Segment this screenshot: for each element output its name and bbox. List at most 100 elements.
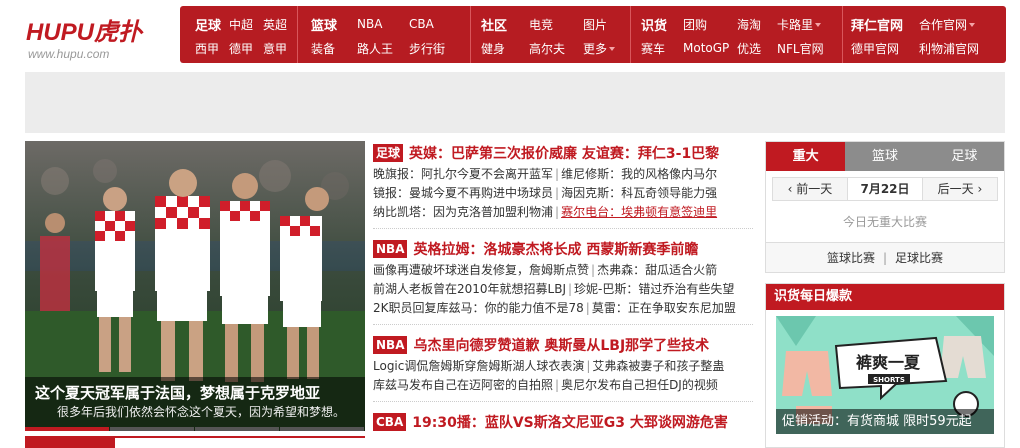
nav-item-community[interactable]: 社区 [481, 15, 529, 34]
tab-football[interactable]: 足球 [924, 142, 1004, 171]
nav-item-liverpool[interactable]: 利物浦官网 [919, 40, 979, 57]
news-line: 前湖人老板曾在2010年就想招募LBJ | 珍妮-巴斯：错过乔治有些失望 [373, 282, 735, 296]
news-block-nba: NBA 英格拉姆：洛城豪杰将长成 西蒙斯新赛季前瞻 画像再遭破坏球迷自发修复，詹… [373, 237, 753, 325]
news-line: 晚旗报：阿扎尔今夏不会离开蓝军 | 维尼修斯：我的风格像内马尔 [373, 167, 718, 181]
news-block-nba-2: NBA 乌杰里向德罗赞道歉 奥斯曼从LBJ那学了些技术 Logic调侃詹姆斯穿詹… [373, 333, 753, 402]
news-link[interactable]: 赛尔电台：埃弗顿有意签迪里 [561, 205, 717, 219]
news-headline[interactable]: 足球 英媒：巴萨第三次报价威廉 友谊赛：拜仁3-1巴黎 [373, 141, 753, 165]
nav-item-basketball[interactable]: 篮球 [311, 15, 357, 34]
news-link[interactable]: 镜报：曼城今夏不再购进中场球员 [373, 186, 553, 200]
category-tag[interactable]: NBA [373, 336, 408, 354]
carousel-indicator [25, 427, 365, 431]
carousel-dot[interactable] [110, 427, 194, 431]
nav-item-haitao[interactable]: 海淘 [737, 16, 777, 33]
nav-item-lurenwang[interactable]: 路人王 [357, 40, 409, 57]
section-tab[interactable] [25, 438, 115, 448]
nav-item-youxuan[interactable]: 优选 [737, 40, 777, 57]
category-tag[interactable]: 足球 [373, 144, 404, 162]
news-link[interactable]: 前湖人老板曾在2010年就想招募LBJ [373, 282, 566, 296]
news-link[interactable]: 纳比凯塔：因为克洛普加盟利物浦 [373, 205, 553, 219]
chevron-left-icon: ‹ [787, 182, 797, 196]
headline-text[interactable]: 19:30播：蓝队VS斯洛文尼亚G3 大郅谈网游危害 [412, 412, 728, 432]
hero-carousel[interactable]: 这个夏天冠军属于法国，梦想属于克罗地亚 很多年后我们依然会怀念这个夏天，因为希望… [25, 141, 365, 431]
hero-title[interactable]: 这个夏天冠军属于法国，梦想属于克罗地亚 [35, 383, 355, 403]
nav-item-csl[interactable]: 中超 [229, 16, 263, 33]
carousel-dot[interactable] [25, 427, 109, 431]
nav-item-bundesliga-official[interactable]: 德甲官网 [851, 40, 919, 57]
nav-item-nfl[interactable]: NFL官网 [777, 40, 824, 57]
nav-item-seriea[interactable]: 意甲 [263, 40, 297, 57]
banner-ad[interactable] [25, 72, 1005, 133]
nav-item-partners[interactable]: 合作官网 [919, 16, 976, 33]
nav-item-motogp[interactable]: MotoGP [683, 41, 737, 55]
logo-text: HUPU虎扑 [26, 19, 143, 46]
nav-item-more[interactable]: 更多 [583, 40, 616, 57]
news-line: 库兹马发布自己在迈阿密的自拍照 | 奥尼尔发布自己担任DJ的视频 [373, 378, 718, 392]
football-games-link[interactable]: 足球比赛 [895, 251, 943, 265]
nav-item-laliga[interactable]: 西甲 [195, 40, 229, 57]
news-link[interactable]: 库兹马发布自己在迈阿密的自拍照 [373, 378, 553, 392]
carousel-dot[interactable] [195, 427, 279, 431]
nav-item-calorie-label: 卡路里 [777, 17, 814, 32]
headline-text[interactable]: 乌杰里向德罗赞道歉 奥斯曼从LBJ那学了些技术 [413, 335, 709, 355]
prev-day-label: 前一天 [796, 182, 833, 196]
headline-text[interactable]: 英媒：巴萨第三次报价威廉 友谊赛：拜仁3-1巴黎 [409, 143, 719, 163]
match-schedule: 重大 篮球 足球 ‹ 前一天 7月22日 后一天 › 今日无重大比赛 篮球比赛 |… [765, 141, 1005, 273]
news-link[interactable]: 艾弗森被妻子和孩子整蛊 [592, 359, 724, 373]
nav-group-official: 拜仁官网 合作官网 德甲官网 利物浦官网 [842, 6, 1004, 63]
news-line: 镜报：曼城今夏不再购进中场球员 | 海因克斯：科瓦奇领导能力强 [373, 186, 718, 200]
carousel-dot[interactable] [280, 427, 364, 431]
news-headline[interactable]: NBA 乌杰里向德罗赞道歉 奥斯曼从LBJ那学了些技术 [373, 333, 753, 357]
category-tag[interactable]: NBA [373, 240, 408, 258]
category-tag[interactable]: CBA [373, 413, 407, 431]
nav-item-esports[interactable]: 电竞 [529, 16, 583, 33]
nav-item-shihuo[interactable]: 识货 [641, 15, 683, 34]
nav-item-nba[interactable]: NBA [357, 17, 409, 31]
nav-group-community: 社区 电竞 图片 健身 高尔夫 更多 [470, 6, 630, 63]
nav-item-bxj[interactable]: 步行街 [409, 40, 457, 57]
nav-group-football: 足球 中超 英超 西甲 德甲 意甲 [180, 6, 297, 63]
news-link[interactable]: Logic调侃詹姆斯穿詹姆斯湖人球衣表演 [373, 359, 584, 373]
news-link[interactable]: 画像再遭破坏球迷自发修复，詹姆斯点赞 [373, 263, 589, 277]
news-link[interactable]: 奥尼尔发布自己担任DJ的视频 [561, 378, 718, 392]
news-link[interactable]: 莫雷：正在争取安东尼加盟 [592, 301, 736, 315]
news-headline[interactable]: CBA 19:30播：蓝队VS斯洛文尼亚G3 大郅谈网游危害 [373, 410, 753, 434]
nav-item-more-label: 更多 [583, 41, 608, 56]
nav-item-fitness[interactable]: 健身 [481, 40, 529, 57]
section-title: 识货每日爆款 [766, 284, 1004, 310]
prev-day-button[interactable]: ‹ 前一天 [773, 178, 847, 200]
main-nav: 足球 中超 英超 西甲 德甲 意甲 篮球 NBA CBA 装备 路人王 步行街 … [180, 6, 1006, 63]
nav-item-calorie[interactable]: 卡路里 [777, 16, 822, 33]
logo-url: www.hupu.com [28, 47, 110, 61]
basketball-games-link[interactable]: 篮球比赛 [827, 251, 875, 265]
news-block-cba: CBA 19:30播：蓝队VS斯洛文尼亚G3 大郅谈网游危害 [373, 410, 753, 440]
current-date: 7月22日 [847, 178, 923, 200]
tab-major[interactable]: 重大 [766, 142, 846, 171]
news-link[interactable]: 杰弗森：甜瓜适合火箭 [597, 263, 717, 277]
promo-caption[interactable]: 促销活动：有货商城 限时59元起 [776, 409, 994, 434]
nav-item-golf[interactable]: 高尔夫 [529, 40, 583, 57]
news-link[interactable]: 晚旗报：阿扎尔今夏不会离开蓝军 [373, 167, 553, 181]
nav-item-racing[interactable]: 赛车 [641, 40, 683, 57]
nav-item-cba[interactable]: CBA [409, 17, 457, 31]
tab-basketball[interactable]: 篮球 [845, 142, 925, 171]
next-day-button[interactable]: 后一天 › [923, 178, 997, 200]
news-headline[interactable]: NBA 英格拉姆：洛城豪杰将长成 西蒙斯新赛季前瞻 [373, 237, 753, 261]
news-link[interactable]: 珍妮-巴斯：错过乔治有些失望 [574, 282, 734, 296]
news-link[interactable]: 维尼修斯：我的风格像内马尔 [561, 167, 717, 181]
nav-item-bayern[interactable]: 拜仁官网 [851, 15, 919, 34]
nav-item-epl[interactable]: 英超 [263, 16, 297, 33]
headline-text[interactable]: 英格拉姆：洛城豪杰将长成 西蒙斯新赛季前瞻 [413, 239, 698, 259]
nav-item-football[interactable]: 足球 [195, 15, 229, 34]
site-logo[interactable]: HUPU虎扑 www.hupu.com [26, 12, 176, 62]
shihuo-daily-deals: 识货每日爆款 裤爽一夏 SHORTS 促销活动：有货商城 限时59元起 [765, 283, 1005, 448]
nav-item-gear[interactable]: 装备 [311, 40, 357, 57]
news-link[interactable]: 2K职员回复库兹马：你的能力值不是78 [373, 301, 584, 315]
nav-item-photos[interactable]: 图片 [583, 16, 623, 33]
chevron-down-icon [609, 47, 616, 51]
nav-item-tuangou[interactable]: 团购 [683, 16, 737, 33]
schedule-tabs: 重大 篮球 足球 [766, 142, 1004, 171]
news-link[interactable]: 海因克斯：科瓦奇领导能力强 [561, 186, 717, 200]
hero-caption[interactable]: 这个夏天冠军属于法国，梦想属于克罗地亚 很多年后我们依然会怀念这个夏天，因为希望… [25, 377, 365, 431]
nav-item-bundesliga[interactable]: 德甲 [229, 40, 263, 57]
